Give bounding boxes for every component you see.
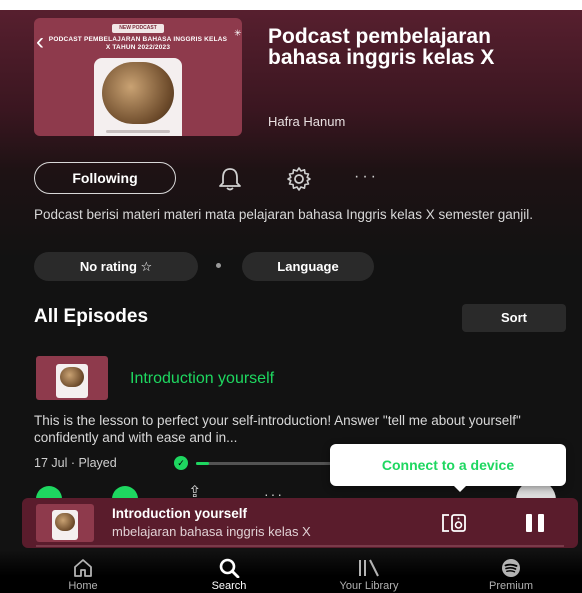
nav-search-label: Search bbox=[211, 580, 247, 592]
language-chip[interactable]: Language bbox=[242, 252, 374, 281]
podcast-cover-art: NEW PODCAST ✳ PODCAST PEMBELAJARAN BAHAS… bbox=[34, 18, 242, 136]
nav-home-label: Home bbox=[68, 580, 98, 592]
cover-progress-bar bbox=[106, 130, 170, 133]
pause-icon[interactable] bbox=[524, 512, 546, 534]
episode-title[interactable]: Introduction yourself bbox=[130, 370, 274, 388]
mini-player[interactable]: Introduction yourself mbelajaran bahasa … bbox=[22, 498, 578, 548]
nav-premium[interactable]: Premium bbox=[466, 558, 556, 592]
podcast-page: NEW PODCAST ✳ PODCAST PEMBELAJARAN BAHAS… bbox=[0, 0, 582, 593]
cover-title: PODCAST PEMBELAJARAN BAHASA INGGRIS KELA… bbox=[48, 36, 228, 51]
library-icon bbox=[359, 559, 379, 577]
chevron-left-icon[interactable]: ‹ bbox=[36, 30, 56, 54]
cover-photo bbox=[102, 62, 174, 124]
nav-home[interactable]: Home bbox=[38, 558, 128, 592]
mini-player-title: Introduction yourself bbox=[112, 506, 247, 521]
search-icon bbox=[219, 558, 240, 578]
bell-icon[interactable] bbox=[216, 166, 244, 192]
following-button[interactable]: Following bbox=[34, 162, 176, 194]
connect-device-icon[interactable] bbox=[440, 512, 468, 534]
bottom-navigation: Home Search Your Library Premium bbox=[0, 550, 582, 593]
episode-thumbnail[interactable] bbox=[36, 356, 108, 400]
podcast-description: Podcast berisi materi materi mata pelaja… bbox=[34, 207, 533, 222]
cover-tag: NEW PODCAST bbox=[112, 24, 164, 33]
nav-library[interactable]: Your Library bbox=[324, 558, 414, 592]
connect-device-tooltip[interactable]: Connect to a device bbox=[330, 444, 566, 486]
more-options-icon[interactable]: ··· bbox=[354, 168, 379, 186]
nav-premium-label: Premium bbox=[488, 580, 533, 592]
chip-separator bbox=[216, 263, 221, 268]
mini-player-subtitle: mbelajaran bahasa inggris kelas X bbox=[112, 524, 311, 539]
played-check-icon: ✓ bbox=[174, 456, 188, 470]
episode-meta: 17 Jul · Played bbox=[34, 456, 117, 470]
mini-player-thumbnail bbox=[36, 504, 94, 542]
tooltip-arrow bbox=[452, 484, 468, 492]
nav-library-label: Your Library bbox=[339, 580, 399, 592]
sparkle-icon: ✳ bbox=[234, 28, 242, 38]
sort-button[interactable]: Sort bbox=[462, 304, 566, 332]
mini-player-progress bbox=[36, 545, 564, 547]
gear-icon[interactable] bbox=[286, 166, 312, 192]
section-title: All Episodes bbox=[34, 306, 149, 327]
status-bar-edge bbox=[0, 0, 582, 10]
home-icon bbox=[74, 559, 92, 577]
episode-description[interactable]: This is the lesson to perfect your self-… bbox=[34, 412, 564, 446]
spotify-logo-icon bbox=[502, 559, 520, 577]
podcast-author[interactable]: Hafra Hanum bbox=[268, 114, 345, 129]
page-title: Podcast pembelajaran bahasa inggris kela… bbox=[268, 25, 495, 69]
rating-chip[interactable]: No rating ☆ bbox=[34, 252, 198, 281]
nav-search[interactable]: Search bbox=[184, 558, 274, 592]
episode-progress-fill bbox=[196, 462, 209, 465]
